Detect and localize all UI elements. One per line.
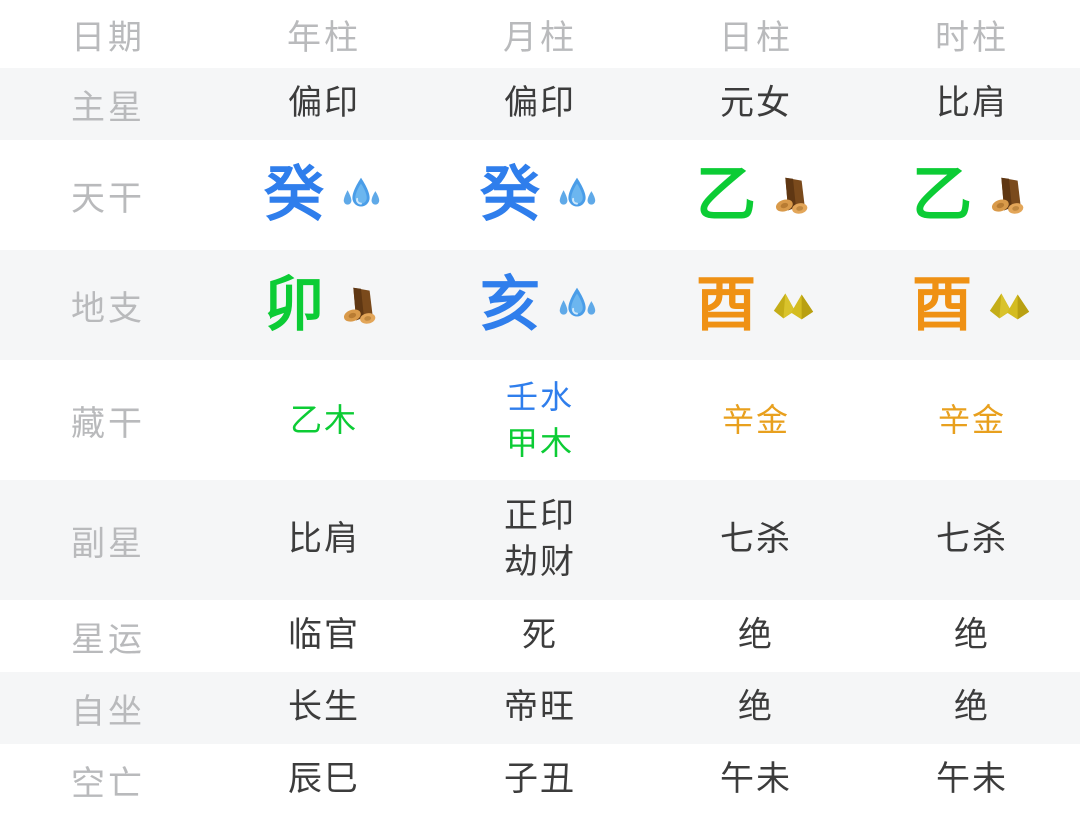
dizhi-year: 卯 — [216, 250, 432, 360]
hidden-stem-line: 甲木 — [505, 425, 574, 461]
table-row-canggan: 藏干 乙木 壬水甲木 辛金 辛金 — [0, 360, 1080, 480]
table-row-xingyun: 星运 临官 死 绝 绝 — [0, 600, 1080, 672]
dizhi-glyph: 卯 — [264, 271, 324, 338]
zhuxing-year: 偏印 — [288, 84, 360, 123]
dizhi-glyph: 酉 — [912, 271, 972, 338]
column-header-month: 月柱 — [503, 18, 577, 57]
row-label-zhuxing: 主星 — [71, 88, 145, 127]
tiangan-year: 癸 — [216, 140, 432, 250]
tiangan-glyph: 癸 — [480, 161, 540, 228]
kongwang-year: 辰巳 — [288, 760, 360, 799]
canggan-day: 辛金 — [648, 360, 864, 480]
row-label-tiangan: 天干 — [71, 179, 145, 218]
zhuxing-hour: 比肩 — [936, 84, 1008, 123]
water-droplet-icon — [554, 172, 600, 218]
fuxing-hour: 七杀 — [864, 480, 1080, 600]
row-label-zizuo: 自坐 — [71, 692, 145, 731]
table-row-dizhi: 地支 卯 亥 酉 酉 — [0, 250, 1080, 360]
table-row-zhuxing: 主星 偏印 偏印 元女 比肩 — [0, 68, 1080, 140]
xingyun-month: 死 — [522, 616, 558, 655]
xingyun-year: 临官 — [288, 616, 360, 655]
table-row-kongwang: 空亡 辰巳 子丑 午未 午未 — [0, 744, 1080, 816]
table-row-fuxing: 副星 比肩 正印劫财 七杀 七杀 — [0, 480, 1080, 600]
hidden-stem-line: 辛金 — [721, 401, 790, 438]
canggan-year: 乙木 — [216, 360, 432, 480]
hidden-stem-line: 壬水 — [505, 378, 574, 415]
xingyun-day: 绝 — [738, 616, 774, 655]
dizhi-glyph: 酉 — [696, 271, 756, 338]
hidden-stem-line: 乙木 — [289, 401, 358, 438]
table-row-tiangan: 天干 癸 癸 乙 乙 — [0, 140, 1080, 250]
column-header-year: 年柱 — [287, 18, 361, 57]
wood-log-icon — [770, 172, 816, 218]
fuxing-day: 七杀 — [648, 480, 864, 600]
fuxing-month: 正印 劫财 — [432, 480, 648, 600]
canggan-month: 壬水 甲木 — [432, 360, 648, 480]
table-row-zizuo: 自坐 长生 帝旺 绝 绝 — [0, 672, 1080, 744]
tiangan-month: 癸 — [432, 140, 648, 250]
column-header-day: 日柱 — [719, 18, 793, 57]
kongwang-month: 子丑 — [504, 760, 576, 799]
row-label-fuxing: 副星 — [71, 524, 145, 563]
tiangan-glyph: 乙 — [696, 161, 756, 228]
fuxing-line: 七杀 — [936, 520, 1008, 559]
row-label-kongwang: 空亡 — [71, 764, 145, 803]
wood-log-icon — [338, 282, 384, 328]
wood-log-icon — [986, 172, 1032, 218]
row-label-xingyun: 星运 — [71, 620, 145, 659]
tiangan-glyph: 癸 — [264, 161, 324, 228]
zizuo-year: 长生 — [288, 688, 360, 727]
fuxing-line: 正印 — [504, 497, 576, 536]
zhuxing-day: 元女 — [720, 84, 792, 123]
metal-nugget-icon — [770, 282, 816, 328]
row-label-dizhi: 地支 — [71, 289, 145, 328]
table-header-row: 日期 年柱 月柱 日柱 时柱 — [0, 0, 1080, 68]
fuxing-line: 劫财 — [504, 543, 576, 581]
row-label-canggan: 藏干 — [71, 404, 145, 443]
fuxing-year: 比肩 — [216, 480, 432, 600]
kongwang-hour: 午未 — [936, 760, 1008, 799]
kongwang-day: 午未 — [720, 760, 792, 799]
column-header-hour: 时柱 — [935, 18, 1009, 57]
tiangan-hour: 乙 — [864, 140, 1080, 250]
zizuo-day: 绝 — [738, 688, 774, 727]
tiangan-day: 乙 — [648, 140, 864, 250]
canggan-hour: 辛金 — [864, 360, 1080, 480]
hidden-stem-line: 辛金 — [937, 401, 1006, 438]
xingyun-hour: 绝 — [954, 616, 990, 655]
fuxing-line: 比肩 — [288, 520, 360, 559]
zhuxing-month: 偏印 — [504, 84, 576, 123]
zizuo-month: 帝旺 — [504, 688, 576, 727]
column-header-date: 日期 — [71, 18, 145, 57]
water-droplet-icon — [554, 282, 600, 328]
dizhi-month: 亥 — [432, 250, 648, 360]
metal-nugget-icon — [986, 282, 1032, 328]
dizhi-glyph: 亥 — [480, 271, 540, 338]
dizhi-day: 酉 — [648, 250, 864, 360]
water-droplet-icon — [338, 172, 384, 218]
tiangan-glyph: 乙 — [912, 161, 972, 228]
bazi-chart-table: 日期 年柱 月柱 日柱 时柱 主星 偏印 偏印 元女 比肩 天干 癸 癸 乙 乙… — [0, 0, 1080, 816]
fuxing-line: 七杀 — [720, 520, 792, 559]
dizhi-hour: 酉 — [864, 250, 1080, 360]
zizuo-hour: 绝 — [954, 688, 990, 727]
